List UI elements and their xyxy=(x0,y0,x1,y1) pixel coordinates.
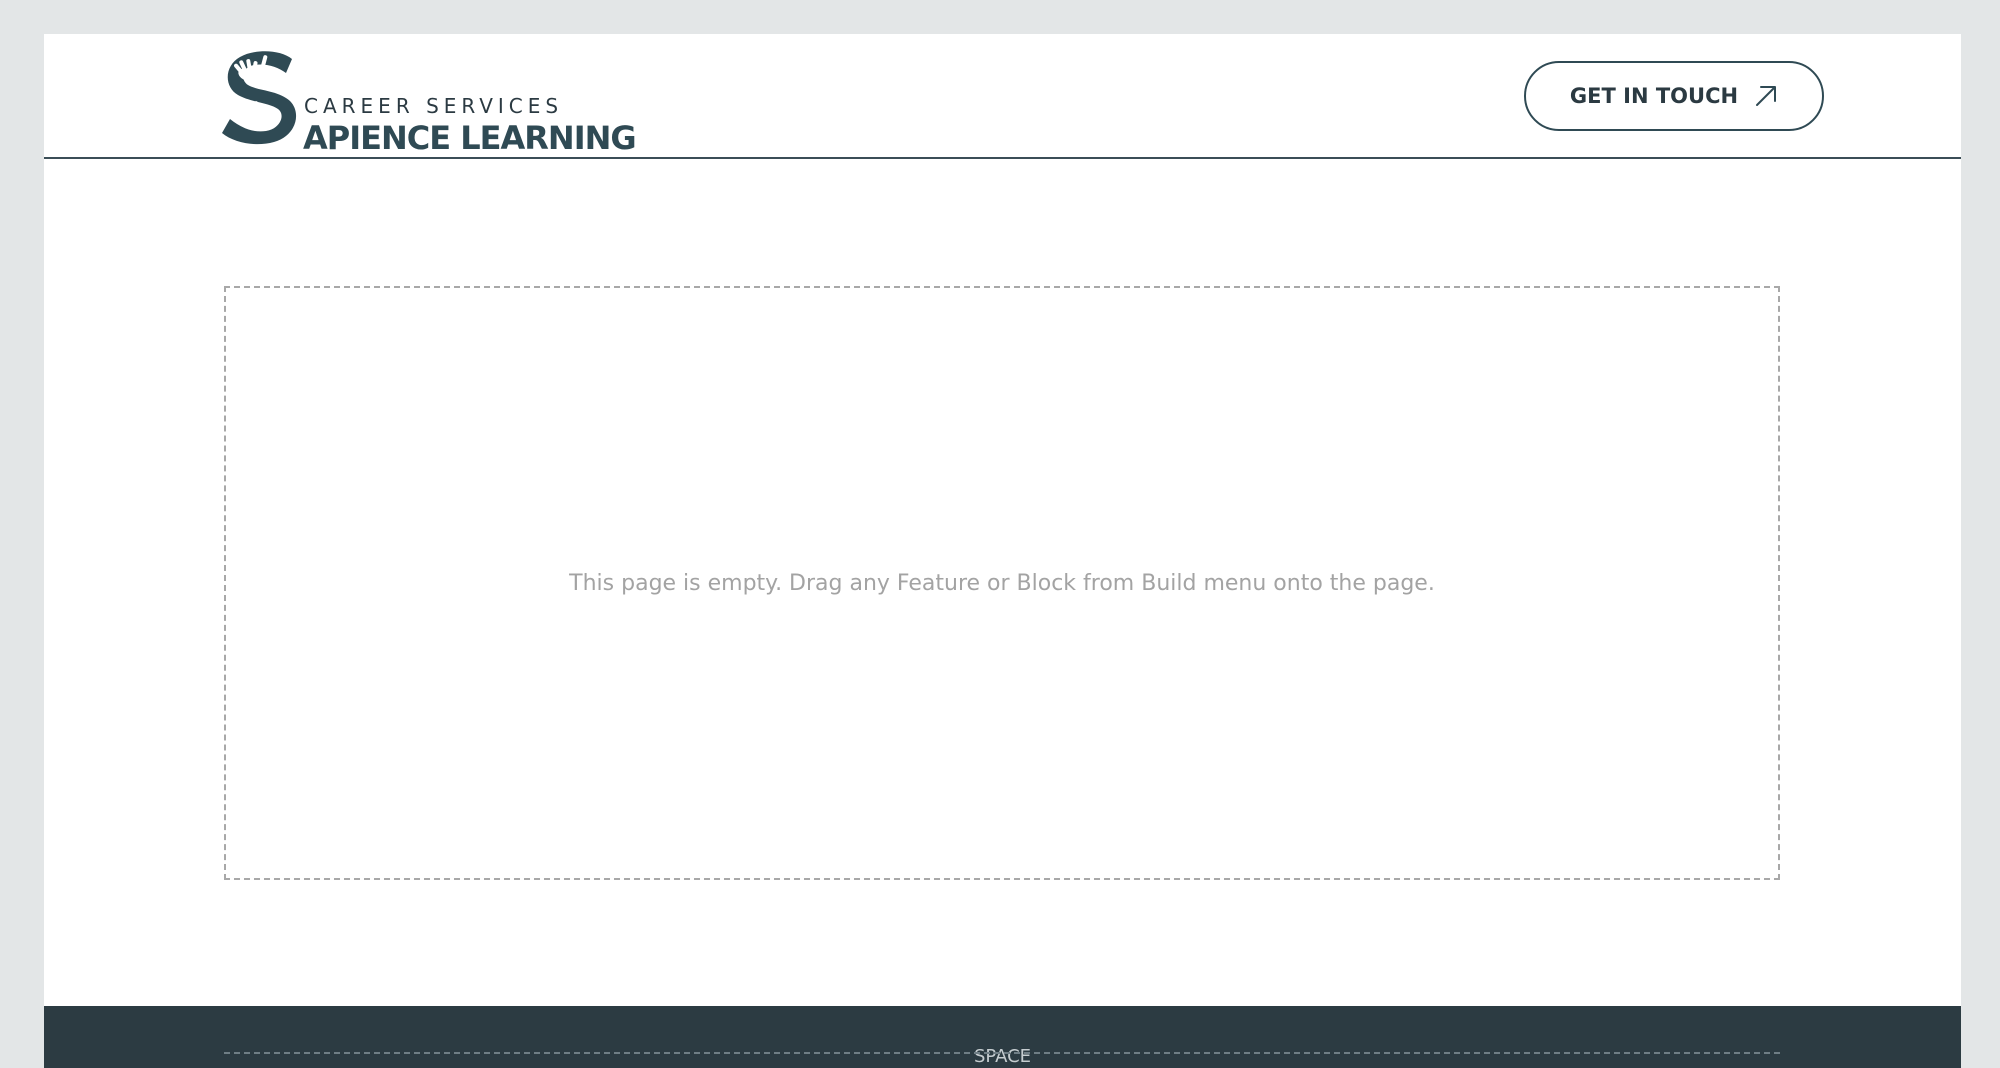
site-header: CAREER SERVICES APIENCE LEARNING GET IN … xyxy=(44,34,1961,159)
get-in-touch-label: GET IN TOUCH xyxy=(1569,84,1739,108)
page-canvas: CAREER SERVICES APIENCE LEARNING GET IN … xyxy=(44,34,1961,1068)
empty-page-dropzone[interactable]: This page is empty. Drag any Feature or … xyxy=(224,286,1780,880)
logo-subtitle: CAREER SERVICES xyxy=(304,94,564,118)
footer-space-dropzone[interactable] xyxy=(224,1052,1780,1068)
site-footer: SPACE xyxy=(44,1006,1961,1068)
logo-title: APIENCE LEARNING xyxy=(303,119,637,157)
site-logo[interactable]: CAREER SERVICES APIENCE LEARNING xyxy=(222,49,637,157)
hands-s-monogram-icon xyxy=(222,51,297,145)
arrow-up-right-icon xyxy=(1756,86,1777,106)
empty-page-message: This page is empty. Drag any Feature or … xyxy=(569,570,1435,596)
get-in-touch-button[interactable]: GET IN TOUCH xyxy=(1524,61,1824,131)
